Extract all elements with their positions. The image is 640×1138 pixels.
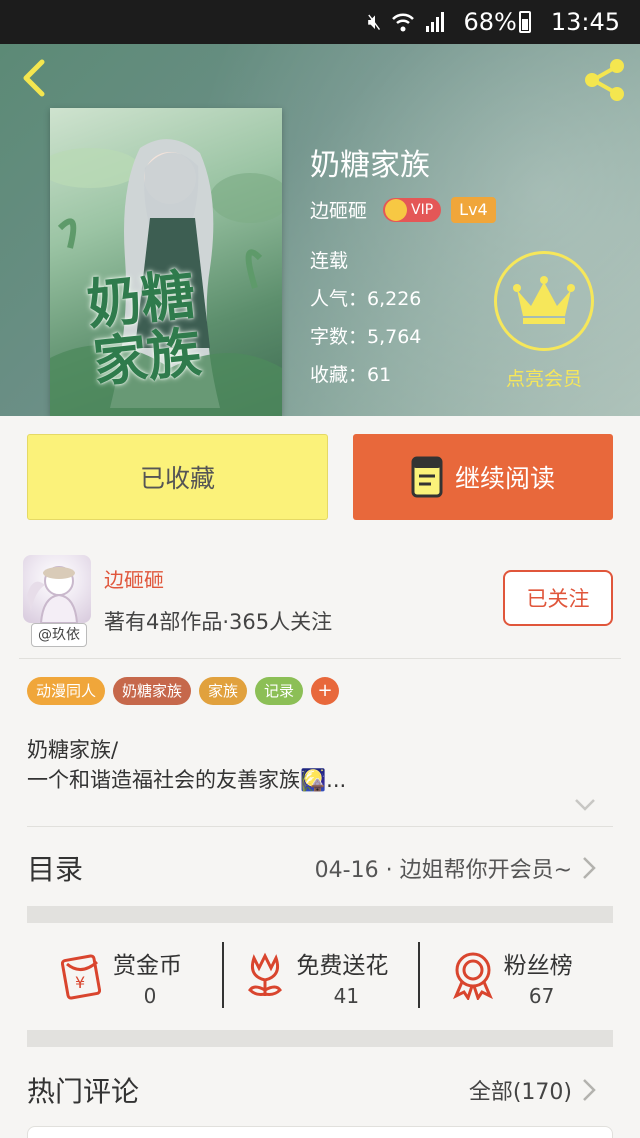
book-status: 连载 xyxy=(310,250,349,272)
battery-percent: 68% xyxy=(463,8,517,36)
tag-item[interactable]: 奶糖家族 xyxy=(113,677,192,705)
tag-item[interactable]: 动漫同人 xyxy=(27,677,106,705)
divider xyxy=(19,658,621,659)
follow-button[interactable]: 已关注 xyxy=(503,570,613,626)
tag-list: 动漫同人 奶糖家族 家族 记录 + xyxy=(27,677,340,705)
section-separator xyxy=(27,1030,613,1047)
level-badge: Lv4 xyxy=(451,196,496,223)
avatar-tag: @玖依 xyxy=(31,623,87,647)
vip-label: VIP xyxy=(411,201,434,218)
tag-item[interactable]: 记录 xyxy=(255,677,304,705)
wifi-icon xyxy=(392,13,415,32)
battery-icon xyxy=(518,11,531,33)
description-line-1: 奶糖家族/ xyxy=(27,738,119,762)
crown-icon xyxy=(513,276,575,324)
stat-value: 67 xyxy=(528,984,555,1008)
collected-button[interactable]: 已收藏 xyxy=(27,434,328,520)
book-header: 奶糖家族 奶糖家族 边砸砸 VIP Lv4 连载 人气：6,226 字数：5,7… xyxy=(0,44,640,416)
collected-label: 已收藏 xyxy=(139,464,215,493)
hot-comments-row[interactable]: 热门评论 全部(170) xyxy=(0,1050,640,1126)
section-separator xyxy=(27,906,613,923)
member-button[interactable] xyxy=(494,251,594,351)
catalog-title: 目录 xyxy=(27,853,84,886)
book-icon xyxy=(411,456,443,498)
book-popularity: 人气：6,226 xyxy=(310,288,422,310)
stat-label: 粉丝榜 xyxy=(503,953,573,979)
svg-text:¥: ¥ xyxy=(75,973,85,992)
red-envelope-icon: ¥ xyxy=(60,954,102,1000)
catalog-row[interactable]: 目录 04-16 · 边姐帮你开会员~ xyxy=(0,828,640,906)
expand-chevron-icon[interactable] xyxy=(574,798,596,812)
divider xyxy=(27,826,613,827)
add-tag-button[interactable]: + xyxy=(311,677,340,705)
back-icon[interactable] xyxy=(14,56,58,100)
signal-icon xyxy=(426,12,445,32)
tag-item[interactable]: 家族 xyxy=(199,677,248,705)
book-author[interactable]: 边砸砸 xyxy=(310,196,367,223)
stat-value: 0 xyxy=(143,984,157,1008)
follow-label: 已关注 xyxy=(526,587,590,611)
author-avatar[interactable]: @玖依 xyxy=(19,555,95,647)
flower-icon xyxy=(248,952,283,996)
free-flowers-stat[interactable]: 免费送花 41 xyxy=(222,924,417,1030)
all-comments-link[interactable]: 全部(170) xyxy=(469,1074,572,1106)
book-author-row: 边砸砸 VIP Lv4 xyxy=(310,196,496,223)
description-line-2: 一个和谐造福社会的友善家族🎑... xyxy=(27,768,347,792)
comment-card xyxy=(27,1126,613,1138)
vip-badge: VIP xyxy=(383,197,442,222)
clock: 13:45 xyxy=(550,8,620,36)
continue-reading-label: 继续阅读 xyxy=(454,464,555,493)
author-name[interactable]: 边砸砸 xyxy=(104,564,164,593)
author-stats: 著有4部作品·365人关注 xyxy=(104,610,333,634)
chevron-right-icon xyxy=(583,1079,596,1101)
stats-bar: ¥ 赏金币 0 免费送花 41 粉丝榜 67 xyxy=(27,924,613,1030)
fan-ranking-stat[interactable]: 粉丝榜 67 xyxy=(417,924,613,1030)
continue-reading-button[interactable]: 继续阅读 xyxy=(353,434,613,520)
share-icon[interactable] xyxy=(580,56,628,104)
chevron-right-icon xyxy=(583,857,596,879)
hot-comments-title: 热门评论 xyxy=(27,1075,140,1108)
book-cover[interactable]: 奶糖家族 xyxy=(50,108,282,416)
stat-label: 免费送花 xyxy=(296,953,389,979)
status-icons: 🔇︎ xyxy=(368,10,448,35)
avatar-image xyxy=(23,555,91,623)
book-collections: 收藏：61 xyxy=(310,364,392,386)
stat-label: 赏金币 xyxy=(113,953,182,979)
cover-title-art: 奶糖家族 xyxy=(84,261,205,395)
stat-value: 41 xyxy=(333,984,360,1008)
medal-icon xyxy=(452,952,493,1000)
mute-icon: 🔇︎ xyxy=(367,9,382,35)
catalog-latest-chapter: 04-16 · 边姐帮你开会员~ xyxy=(314,858,572,883)
status-bar: 🔇︎ 68% 13:45 xyxy=(0,0,640,44)
vip-crown-icon xyxy=(385,198,408,221)
book-description: 奶糖家族/ 一个和谐造福社会的友善家族🎑... xyxy=(27,735,346,795)
book-word-count: 字数：5,764 xyxy=(310,326,422,348)
book-title: 奶糖家族 xyxy=(310,148,430,183)
member-label[interactable]: 点亮会员 xyxy=(494,364,594,391)
reward-coins-stat[interactable]: ¥ 赏金币 0 xyxy=(27,924,222,1030)
